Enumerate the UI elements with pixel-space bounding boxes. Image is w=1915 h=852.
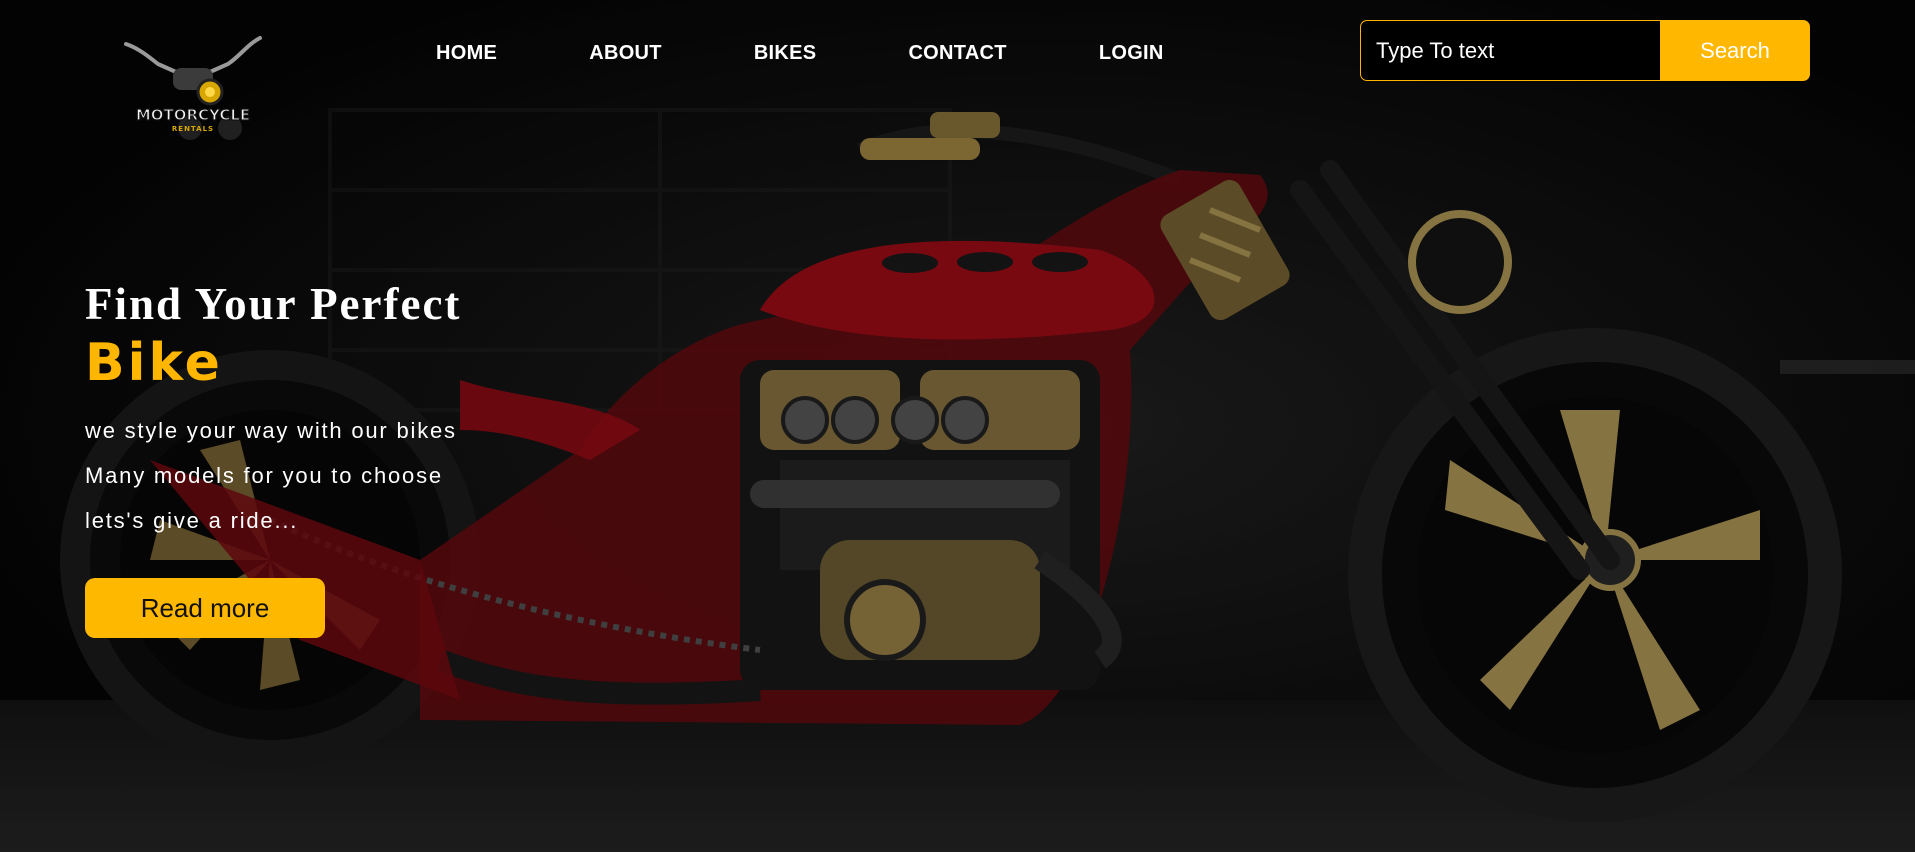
search-input[interactable] xyxy=(1360,20,1660,81)
nav-login-link[interactable]: LOGIN xyxy=(1091,42,1172,65)
search-button[interactable]: Search xyxy=(1660,20,1810,81)
hero-tagline-line: Many models for you to choose xyxy=(85,463,443,488)
main-nav: HOME ABOUT BIKES CONTACT LOGIN xyxy=(428,42,1172,65)
hero-tagline-line: we style your way with our bikes xyxy=(85,418,457,443)
motorcycle-logo-icon: MOTORCYCLE RENTALS xyxy=(124,36,262,140)
hero-tagline-line: lets's give a ride... xyxy=(85,508,299,533)
hero-section: MOTORCYCLE RENTALS HOME ABOUT BIKES CONT… xyxy=(0,0,1915,852)
read-more-button[interactable]: Read more xyxy=(85,578,325,638)
nav-bikes-link[interactable]: BIKES xyxy=(746,42,825,65)
nav-home-link[interactable]: HOME xyxy=(428,42,505,65)
brand-logo[interactable]: MOTORCYCLE RENTALS xyxy=(118,30,268,140)
hero-title-highlight: Bike xyxy=(85,333,223,393)
svg-text:MOTORCYCLE: MOTORCYCLE xyxy=(136,106,250,124)
hero-tagline: we style your way with our bikes Many mo… xyxy=(85,408,645,543)
search-form: Search xyxy=(1360,20,1810,81)
hero-title: Find Your Perfect xyxy=(85,279,462,329)
nav-about-link[interactable]: ABOUT xyxy=(581,42,670,65)
hero-copy: Find Your Perfect Bike we style your way… xyxy=(85,278,645,543)
nav-contact-link[interactable]: CONTACT xyxy=(900,42,1014,65)
svg-text:RENTALS: RENTALS xyxy=(172,125,214,133)
